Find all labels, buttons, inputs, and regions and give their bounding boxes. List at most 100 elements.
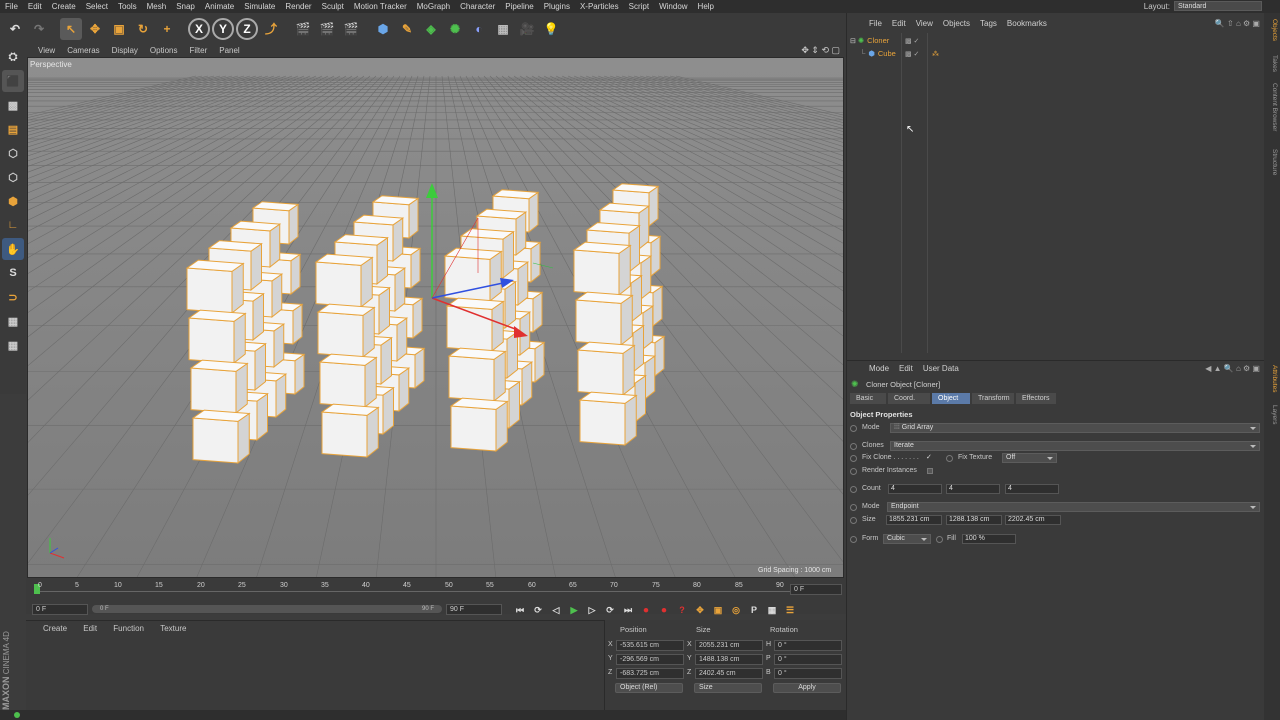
select-tool-icon[interactable]: ↖ — [60, 17, 82, 40]
vtab-takes[interactable]: Takes — [1266, 55, 1278, 72]
x-axis-lock-icon[interactable]: X — [188, 17, 210, 40]
object-name[interactable]: Cube — [878, 49, 896, 58]
visibility-toggle-icon[interactable]: ▩ ✓ — [905, 50, 919, 58]
loop-icon[interactable]: ⟳ — [530, 602, 546, 618]
tweak-mode-icon[interactable]: ✋ — [2, 238, 24, 260]
menu-simulate[interactable]: Simulate — [239, 2, 280, 11]
size-z-field[interactable]: 2202.45 cm — [1005, 515, 1061, 525]
menu-pipeline[interactable]: Pipeline — [500, 2, 538, 11]
vtab-content-browser[interactable]: Content Browser — [1266, 83, 1278, 131]
subdivision-icon[interactable]: ◈ — [420, 18, 442, 40]
rotate-tool-icon[interactable]: ↻ — [132, 18, 154, 40]
tab-transform[interactable]: Transform — [972, 393, 1014, 404]
objmenu-tags[interactable]: Tags — [975, 19, 1002, 28]
menu-window[interactable]: Window — [654, 2, 692, 11]
material-menu-function[interactable]: Function — [106, 621, 151, 637]
move-tool-icon[interactable]: ✥ — [84, 18, 106, 40]
clones-dropdown[interactable]: Iterate — [890, 441, 1260, 451]
attrmenu-mode[interactable]: Mode — [864, 364, 894, 373]
texture-mode-icon[interactable]: ▩ — [2, 94, 24, 116]
material-manager[interactable]: Create Edit Function Texture — [26, 620, 604, 710]
cube-object-icon[interactable]: ⬢ — [372, 18, 394, 40]
viewport-menu-display[interactable]: Display — [106, 46, 144, 55]
key-position-icon[interactable]: ✥ — [692, 602, 708, 618]
make-editable-icon[interactable]: ⛭ — [2, 46, 24, 68]
key-rotation-icon[interactable]: ◎ — [728, 602, 744, 618]
menu-snap[interactable]: Snap — [171, 2, 200, 11]
menu-create[interactable]: Create — [47, 2, 81, 11]
menu-file[interactable]: File — [0, 2, 23, 11]
tab-object[interactable]: Object — [932, 393, 970, 404]
prev-keyframe-icon[interactable]: ◁ — [548, 602, 564, 618]
count-z-field[interactable]: 4 — [1005, 484, 1059, 494]
vtab-objects[interactable]: Objects — [1266, 19, 1278, 41]
objmenu-edit[interactable]: Edit — [887, 19, 911, 28]
vtab-structure[interactable]: Structure — [1266, 149, 1278, 175]
play-icon[interactable]: ▶ — [566, 602, 582, 618]
perspective-viewport[interactable] — [27, 57, 844, 578]
apply-button[interactable]: Apply — [773, 683, 841, 693]
animate-dot-icon[interactable] — [936, 536, 943, 543]
size-x-field[interactable]: 1855.231 cm — [886, 515, 942, 525]
render-instances-checkbox[interactable] — [927, 468, 933, 474]
tab-coord[interactable]: Coord. — [888, 393, 930, 404]
fill-field[interactable]: 100 % — [962, 534, 1016, 544]
endpoint-mode-dropdown[interactable]: Endpoint — [887, 502, 1260, 512]
size-x-field[interactable]: 2055.231 cm — [695, 640, 763, 651]
animate-dot-icon[interactable] — [850, 455, 857, 462]
scale-tool-icon[interactable]: ▣ — [108, 18, 130, 40]
go-to-end-icon[interactable]: ⏭ — [620, 602, 636, 618]
objmenu-view[interactable]: View — [911, 19, 938, 28]
key-parameter-icon[interactable]: P — [746, 602, 762, 618]
fix-clone-checkbox[interactable]: ✓ — [926, 453, 932, 461]
attrmenu-edit[interactable]: Edit — [894, 364, 918, 373]
animate-dot-icon[interactable] — [850, 443, 857, 450]
render-picture-viewer-icon[interactable]: 🎬 — [316, 18, 338, 40]
object-name[interactable]: Cloner — [867, 36, 889, 45]
menu-animate[interactable]: Animate — [200, 2, 239, 11]
layout-select[interactable]: Standard — [1174, 1, 1262, 11]
viewport-menu-options[interactable]: Options — [144, 46, 184, 55]
start-frame-field[interactable]: 0 F — [32, 603, 88, 615]
magnet-icon[interactable]: ⊃ — [2, 286, 24, 308]
fix-texture-dropdown[interactable]: Off — [1002, 453, 1057, 463]
menu-x-particles[interactable]: X-Particles — [575, 2, 624, 11]
mode-dropdown[interactable]: ⁞⁞⁞ Grid Array — [890, 423, 1260, 433]
timeline-menu-icon[interactable]: ☰ — [782, 602, 798, 618]
record-icon[interactable]: ⏺ — [638, 602, 654, 618]
object-row-cube[interactable]: └ ⬢ Cube ▩ ✓ ⁂ — [850, 48, 1260, 59]
vtab-attributes[interactable]: Attributes — [1266, 365, 1278, 392]
menu-help[interactable]: Help — [693, 2, 719, 11]
animate-dot-icon[interactable] — [850, 425, 857, 432]
points-mode-icon[interactable]: ⬡ — [2, 142, 24, 164]
menu-sculpt[interactable]: Sculpt — [317, 2, 349, 11]
menu-mesh[interactable]: Mesh — [142, 2, 172, 11]
z-axis-lock-icon[interactable]: Z — [236, 17, 258, 40]
tab-basic[interactable]: Basic — [850, 393, 886, 404]
model-mode-icon[interactable]: ⬛ — [2, 70, 24, 92]
menu-script[interactable]: Script — [624, 2, 654, 11]
attr-nav-icons[interactable]: ◀ ▲ 🔍 ⌂ ⚙ ▣ — [1205, 364, 1260, 373]
pen-spline-icon[interactable]: ✎ — [396, 18, 418, 40]
camera-icon[interactable]: 🎥 — [516, 18, 538, 40]
next-keyframe-icon[interactable]: ▷ — [584, 602, 600, 618]
material-menu-edit[interactable]: Edit — [76, 621, 104, 637]
animate-dot-icon[interactable] — [850, 536, 857, 543]
position-y-field[interactable]: -296.569 cm — [616, 654, 684, 665]
loop-forward-icon[interactable]: ⟳ — [602, 602, 618, 618]
timeline-ruler[interactable]: 0 5 10 15 20 25 30 35 40 45 50 55 60 65 … — [34, 582, 804, 596]
animate-dot-icon[interactable] — [850, 486, 857, 493]
menu-select[interactable]: Select — [81, 2, 113, 11]
keyframe-selection-icon[interactable]: ? — [674, 602, 690, 618]
attrmenu-user-data[interactable]: User Data — [918, 364, 964, 373]
viewport-menu-cameras[interactable]: Cameras — [61, 46, 105, 55]
end-frame-field[interactable]: 90 F — [446, 603, 502, 615]
animate-dot-icon[interactable] — [946, 455, 953, 462]
polygons-mode-icon[interactable]: ⬢ — [2, 190, 24, 212]
material-menu-create[interactable]: Create — [36, 621, 74, 637]
size-z-field[interactable]: 2402.45 cm — [695, 668, 763, 679]
collapse-icon[interactable]: ⊟ — [850, 37, 856, 45]
snap-icon[interactable]: S — [2, 262, 24, 284]
render-settings-icon[interactable]: 🎬 — [340, 18, 362, 40]
objmenu-objects[interactable]: Objects — [938, 19, 975, 28]
